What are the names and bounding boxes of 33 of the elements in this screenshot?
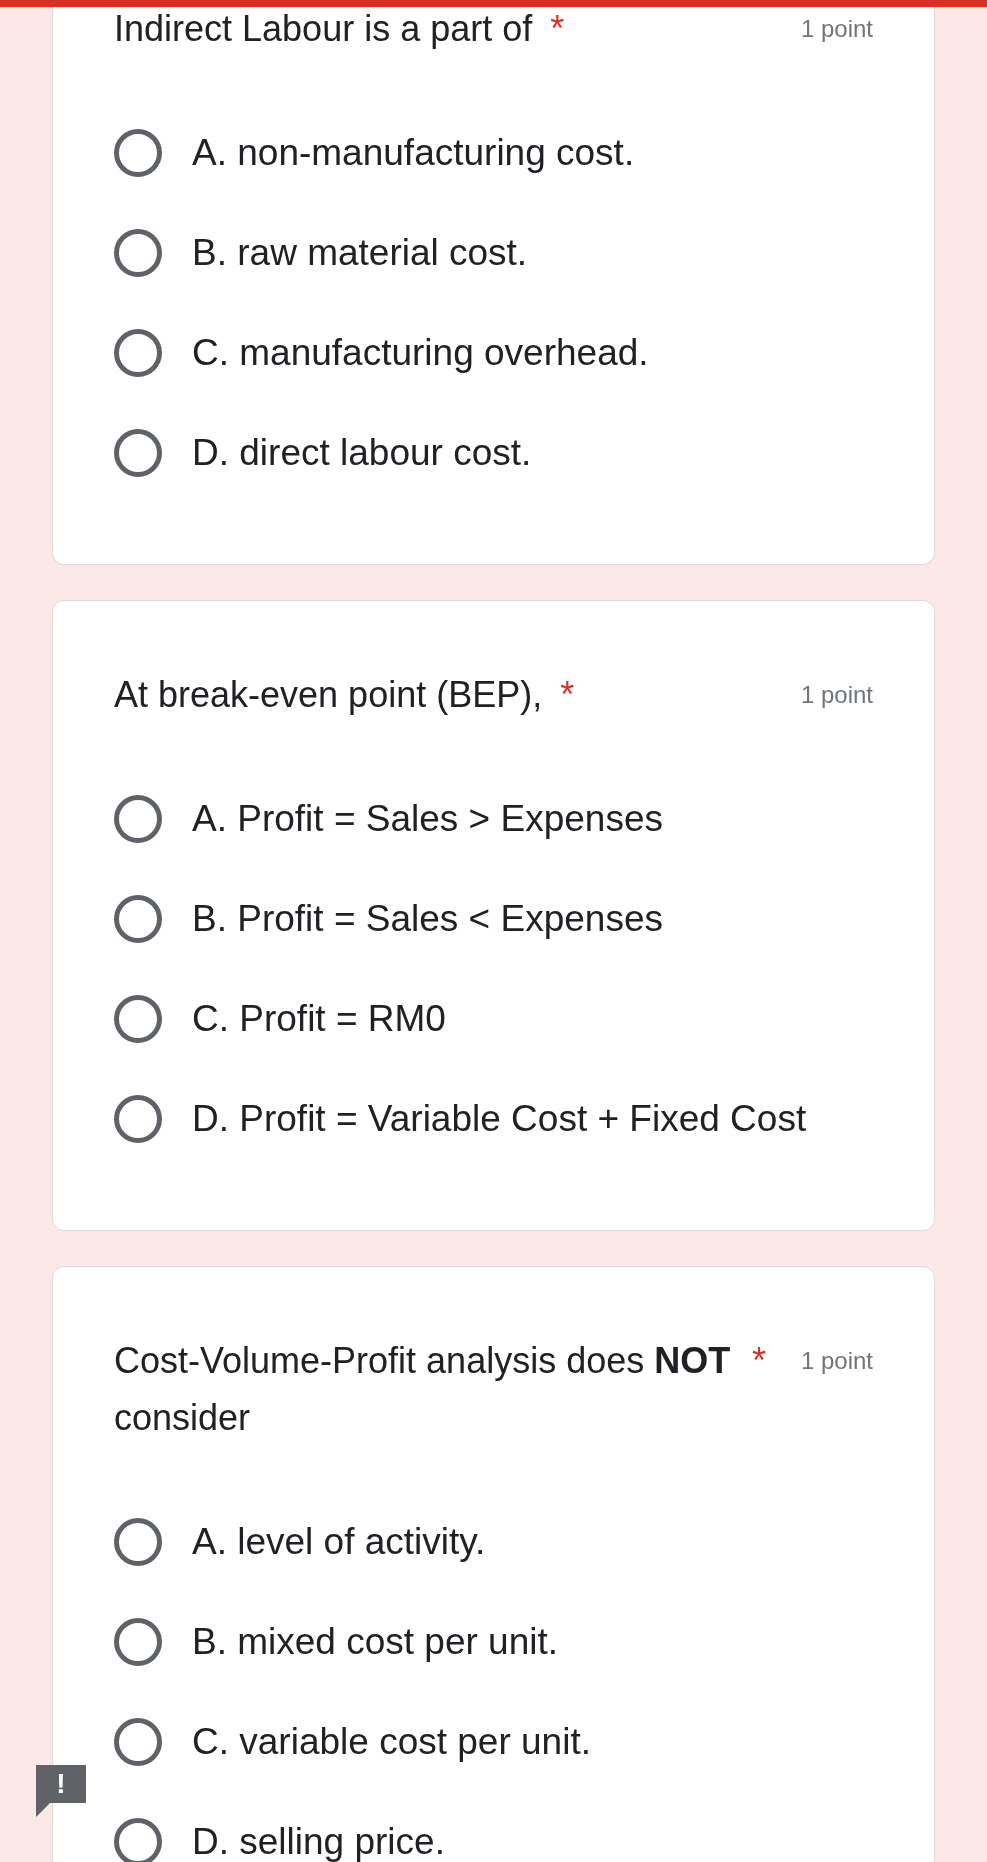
option-label[interactable]: B. mixed cost per unit. [192, 1621, 559, 1663]
radio-button[interactable] [114, 795, 162, 843]
radio-button[interactable] [114, 1618, 162, 1666]
radio-button[interactable] [114, 329, 162, 377]
required-mark: * [752, 1339, 766, 1383]
option-label[interactable]: D. selling price. [192, 1821, 445, 1862]
radio-button[interactable] [114, 895, 162, 943]
required-mark: * [560, 673, 575, 717]
option-label[interactable]: C. manufacturing overhead. [192, 332, 649, 374]
option-label[interactable]: D. Profit = Variable Cost + Fixed Cost [192, 1098, 807, 1140]
option-label[interactable]: A. level of activity. [192, 1521, 486, 1563]
question-text: At break-even point (BEP), [114, 673, 543, 717]
option-label[interactable]: C. variable cost per unit. [192, 1721, 591, 1763]
radio-button[interactable] [114, 1818, 162, 1862]
radio-button[interactable] [114, 1718, 162, 1766]
question-text: Indirect Labour is a part of [114, 7, 533, 51]
option-label[interactable]: A. Profit = Sales > Expenses [192, 798, 663, 840]
points-label: 1 point [800, 680, 873, 710]
points-label: 1 point [800, 1346, 873, 1376]
radio-button[interactable] [114, 129, 162, 177]
option-label[interactable]: C. Profit = RM0 [192, 998, 446, 1040]
radio-button[interactable] [114, 429, 162, 477]
points-label: 1 point [800, 14, 873, 44]
radio-button[interactable] [114, 995, 162, 1043]
radio-button[interactable] [114, 229, 162, 277]
option-label[interactable]: D. direct labour cost. [192, 432, 532, 474]
radio-button[interactable] [114, 1518, 162, 1566]
option-label[interactable]: B. raw material cost. [192, 232, 528, 274]
option-label[interactable]: B. Profit = Sales < Expenses [192, 898, 663, 940]
question-text: Cost-Volume-Profit analysis does NOT consider [114, 1339, 732, 1440]
radio-button[interactable] [114, 1095, 162, 1143]
option-label[interactable]: A. non-manufacturing cost. [192, 132, 635, 174]
required-mark: * [550, 7, 565, 51]
